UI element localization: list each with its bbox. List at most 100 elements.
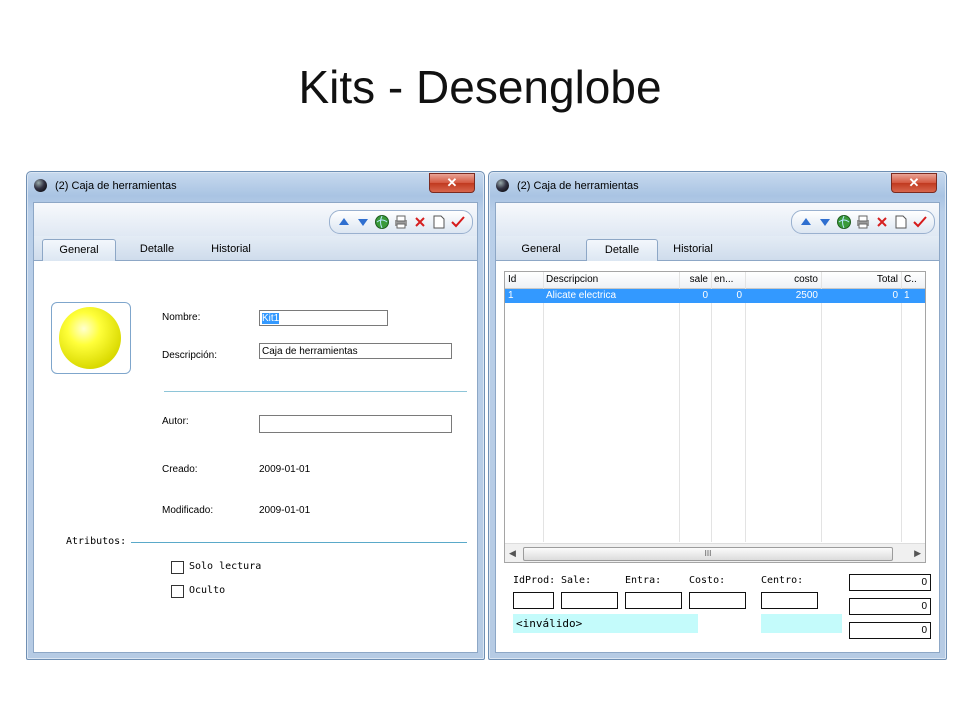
check-icon[interactable] [912, 214, 928, 230]
grid-header: Id Descripcion sale en... costo Total C.… [505, 272, 925, 289]
window-detalle: (2) Caja de herramientas ✕ General Detal… [488, 171, 947, 660]
horizontal-scrollbar[interactable]: ◀ III ▶ [505, 543, 925, 562]
detalle-panel: Id Descripcion sale en... costo Total C.… [496, 261, 939, 652]
modificado-value: 2009-01-01 [259, 505, 311, 516]
arrow-up-icon[interactable] [798, 214, 814, 230]
yellow-sphere-icon [59, 307, 121, 369]
close-button[interactable]: ✕ [891, 173, 937, 193]
sale-field[interactable] [561, 592, 618, 609]
new-document-icon[interactable] [431, 214, 447, 230]
window-title: (2) Caja de herramientas [517, 180, 639, 192]
arrow-up-icon[interactable] [336, 214, 352, 230]
cell-sale[interactable]: 0 [679, 289, 711, 303]
idprod-label: IdProd: [513, 575, 556, 586]
column-header-descripcion[interactable]: Descripcion [543, 273, 679, 287]
descripcion-field[interactable]: Caja de herramientas [259, 343, 452, 359]
close-button[interactable]: ✕ [429, 173, 475, 193]
entra-field[interactable] [625, 592, 682, 609]
total-field-1[interactable]: 0 [849, 574, 931, 591]
autor-label: Autor: [162, 416, 189, 427]
cell-id[interactable]: 1 [505, 289, 543, 303]
arrow-down-icon[interactable] [355, 214, 371, 230]
cell-descripcion[interactable]: Alicate electrica [543, 289, 679, 303]
solo-lectura-checkbox[interactable] [171, 561, 184, 574]
grid-column-divider [745, 272, 746, 542]
atributos-line [131, 542, 467, 543]
descripcion-label: Descripción: [162, 350, 218, 361]
tab-historial[interactable]: Historial [660, 239, 726, 260]
centro-field[interactable] [761, 592, 818, 609]
creado-label: Creado: [162, 464, 198, 475]
invalid-product-display: <inválido> [513, 614, 698, 633]
tab-general[interactable]: General [508, 239, 574, 260]
tab-strip: General Detalle Historial [496, 236, 939, 262]
atributos-label: Atributos: [66, 536, 127, 547]
scroll-right-icon[interactable]: ▶ [914, 548, 921, 559]
separator-line [164, 391, 467, 392]
nombre-value: Kit1 [262, 313, 280, 324]
grid-column-divider [821, 272, 822, 542]
centro-display [761, 614, 842, 633]
column-header-centro[interactable]: C.. [901, 273, 923, 287]
check-icon[interactable] [450, 214, 466, 230]
new-document-icon[interactable] [893, 214, 909, 230]
column-header-entra[interactable]: en... [711, 273, 745, 287]
delete-icon[interactable] [874, 214, 890, 230]
sale-label: Sale: [561, 575, 592, 586]
costo-field[interactable] [689, 592, 746, 609]
creado-value: 2009-01-01 [259, 464, 311, 475]
tab-general[interactable]: General [42, 239, 116, 262]
detail-grid[interactable]: Id Descripcion sale en... costo Total C.… [504, 271, 926, 563]
window-client: General Detalle Historial Nombre: Kit1 D… [33, 202, 478, 653]
tab-detalle[interactable]: Detalle [126, 239, 188, 260]
general-panel: Nombre: Kit1 Descripción: Caja de herram… [34, 261, 477, 652]
tab-detalle[interactable]: Detalle [586, 239, 658, 262]
column-header-total[interactable]: Total [821, 273, 901, 287]
column-header-sale[interactable]: sale [679, 273, 711, 287]
window-titlebar[interactable]: (2) Caja de herramientas ✕ [489, 172, 946, 200]
costo-label: Costo: [689, 575, 726, 586]
cell-costo[interactable]: 2500 [745, 289, 821, 303]
window-general: (2) Caja de herramientas ✕ General Detal… [26, 171, 485, 660]
grid-column-divider [901, 272, 902, 542]
table-row[interactable]: 1 Alicate electrica 0 0 2500 0 1 [505, 289, 925, 303]
nombre-label: Nombre: [162, 312, 201, 323]
nombre-field[interactable]: Kit1 [259, 310, 388, 326]
total-field-2[interactable]: 0 [849, 598, 931, 615]
idprod-field[interactable] [513, 592, 554, 609]
arrow-down-icon[interactable] [817, 214, 833, 230]
scroll-thumb[interactable]: III [523, 547, 893, 561]
cell-total[interactable]: 0 [821, 289, 901, 303]
scroll-left-icon[interactable]: ◀ [509, 548, 516, 559]
toolbar-button-group [329, 210, 473, 234]
app-icon [34, 179, 47, 192]
window-title: (2) Caja de herramientas [55, 180, 177, 192]
kit-image[interactable] [51, 302, 131, 374]
toolbar [496, 203, 939, 237]
scroll-grip: III [704, 549, 712, 558]
toolbar-button-group [791, 210, 935, 234]
window-client: General Detalle Historial Id Descripcion… [495, 202, 940, 653]
oculto-checkbox[interactable] [171, 585, 184, 598]
solo-lectura-label: Solo lectura [189, 561, 262, 572]
total-field-3[interactable]: 0 [849, 622, 931, 639]
cell-centro[interactable]: 1 [901, 289, 923, 303]
autor-field[interactable] [259, 415, 452, 433]
grid-column-divider [711, 272, 712, 542]
tab-historial[interactable]: Historial [196, 239, 266, 260]
delete-icon[interactable] [412, 214, 428, 230]
centro-label: Centro: [761, 575, 804, 586]
slide-title: Kits - Desenglobe [298, 61, 662, 113]
column-header-id[interactable]: Id [505, 273, 543, 287]
window-titlebar[interactable]: (2) Caja de herramientas ✕ [27, 172, 484, 200]
cell-entra[interactable]: 0 [711, 289, 745, 303]
globe-refresh-icon[interactable] [836, 214, 852, 230]
column-header-costo[interactable]: costo [745, 273, 821, 287]
grid-column-divider [543, 272, 544, 542]
globe-refresh-icon[interactable] [374, 214, 390, 230]
modificado-label: Modificado: [162, 505, 214, 516]
print-icon[interactable] [393, 214, 409, 230]
oculto-label: Oculto [189, 585, 226, 596]
print-icon[interactable] [855, 214, 871, 230]
entra-label: Entra: [625, 575, 662, 586]
